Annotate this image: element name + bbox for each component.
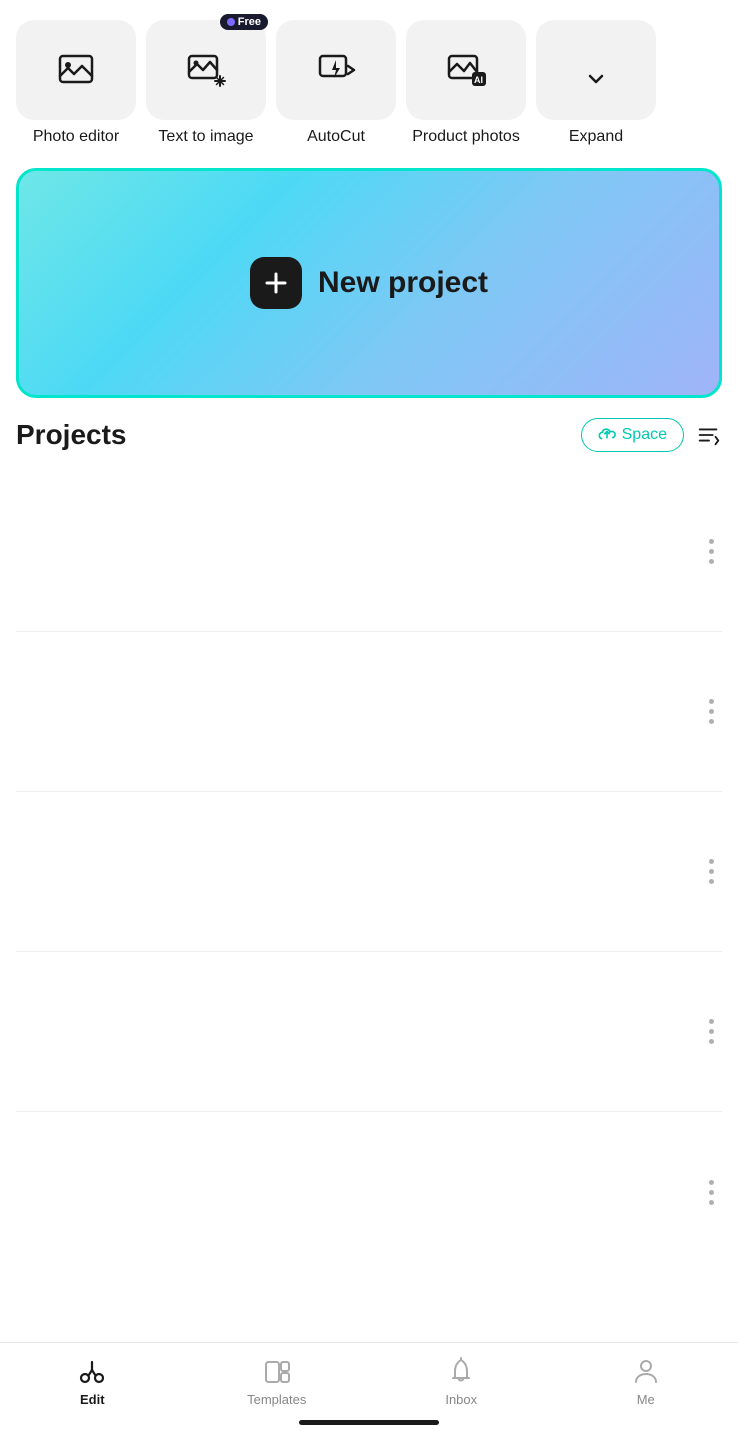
- dot: [709, 709, 714, 714]
- more-options-button-1[interactable]: [701, 531, 722, 572]
- project-row: [16, 632, 722, 792]
- person-icon: [630, 1355, 662, 1387]
- text-to-image-icon: [184, 48, 228, 92]
- dot: [709, 1190, 714, 1195]
- photo-editor-icon: [54, 48, 98, 92]
- bottom-nav: Edit Templates Inbox: [0, 1342, 738, 1431]
- space-button-label: Space: [622, 426, 667, 444]
- nav-inbox-label: Inbox: [445, 1392, 477, 1407]
- toolbar-item-text-to-image[interactable]: Free Text to image: [146, 20, 266, 146]
- nav-edit-label: Edit: [80, 1392, 105, 1407]
- project-row: [16, 792, 722, 952]
- product-photos-icon: AI: [444, 48, 488, 92]
- free-badge: Free: [220, 14, 268, 30]
- expand-label: Expand: [569, 128, 623, 146]
- templates-icon: [261, 1355, 293, 1387]
- nav-me-label: Me: [637, 1392, 655, 1407]
- dot: [709, 1180, 714, 1185]
- projects-title: Projects: [16, 419, 127, 451]
- text-to-image-icon-box: Free: [146, 20, 266, 120]
- dot: [709, 869, 714, 874]
- nav-item-inbox[interactable]: Inbox: [369, 1355, 554, 1407]
- toolbar-item-photo-editor[interactable]: Photo editor: [16, 20, 136, 146]
- free-badge-dot: [227, 18, 235, 26]
- more-options-button-4[interactable]: [701, 1011, 722, 1052]
- product-photos-label: Product photos: [412, 128, 520, 146]
- dot: [709, 719, 714, 724]
- toolbar: Photo editor Free T: [0, 0, 738, 158]
- text-to-image-label: Text to image: [158, 128, 253, 146]
- bell-icon: [445, 1355, 477, 1387]
- toolbar-item-expand[interactable]: Expand: [536, 20, 656, 146]
- more-options-button-3[interactable]: [701, 851, 722, 892]
- projects-section: Projects Space: [0, 418, 738, 1272]
- toolbar-item-product-photos[interactable]: AI Product photos: [406, 20, 526, 146]
- scissors-icon: [76, 1355, 108, 1387]
- projects-actions: Space: [581, 418, 722, 452]
- project-row: [16, 952, 722, 1112]
- dot: [709, 559, 714, 564]
- dot: [709, 539, 714, 544]
- sort-button[interactable]: [696, 422, 722, 448]
- project-row: [16, 472, 722, 632]
- dot: [709, 859, 714, 864]
- free-badge-label: Free: [238, 16, 261, 28]
- expand-icon-box: [536, 20, 656, 120]
- autocut-label: AutoCut: [307, 128, 365, 146]
- new-project-banner[interactable]: New project: [16, 168, 722, 398]
- projects-header: Projects Space: [16, 418, 722, 452]
- plus-icon: [262, 269, 290, 297]
- project-row: [16, 1112, 722, 1272]
- more-options-button-2[interactable]: [701, 691, 722, 732]
- dot: [709, 699, 714, 704]
- new-project-icon: [250, 257, 302, 309]
- new-project-label: New project: [318, 266, 488, 300]
- dot: [709, 1039, 714, 1044]
- nav-templates-label: Templates: [247, 1392, 306, 1407]
- nav-item-templates[interactable]: Templates: [185, 1355, 370, 1407]
- autocut-icon-box: [276, 20, 396, 120]
- expand-icon: [574, 48, 618, 92]
- dot: [709, 1029, 714, 1034]
- dot: [709, 879, 714, 884]
- more-options-button-5[interactable]: [701, 1172, 722, 1213]
- nav-item-me[interactable]: Me: [554, 1355, 738, 1407]
- sort-icon: [696, 422, 722, 448]
- space-button[interactable]: Space: [581, 418, 684, 452]
- nav-item-edit[interactable]: Edit: [0, 1355, 185, 1407]
- product-photos-icon-box: AI: [406, 20, 526, 120]
- dot: [709, 1019, 714, 1024]
- toolbar-item-autocut[interactable]: AutoCut: [276, 20, 396, 146]
- cloud-upload-icon: [598, 426, 616, 444]
- dot: [709, 549, 714, 554]
- svg-text:AI: AI: [474, 75, 483, 85]
- photo-editor-icon-box: [16, 20, 136, 120]
- new-project-inner: New project: [250, 257, 488, 309]
- home-indicator: [299, 1420, 439, 1425]
- photo-editor-label: Photo editor: [33, 128, 119, 146]
- dot: [709, 1200, 714, 1205]
- autocut-icon: [314, 48, 358, 92]
